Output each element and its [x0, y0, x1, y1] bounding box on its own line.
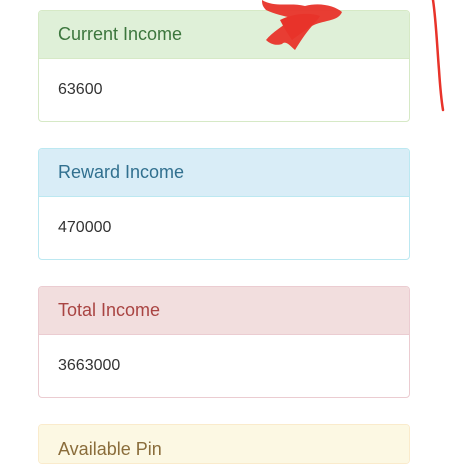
total-income-value: 3663000	[58, 357, 121, 374]
available-pin-panel: Available Pin	[38, 424, 410, 464]
available-pin-heading: Available Pin	[39, 425, 409, 463]
current-income-value: 63600	[58, 81, 103, 98]
reward-income-heading: Reward Income	[39, 149, 409, 197]
total-income-panel: Total Income 3663000	[38, 286, 410, 398]
reward-income-panel: Reward Income 470000	[38, 148, 410, 260]
current-income-heading: Current Income	[39, 11, 409, 59]
red-line-scribble	[431, 0, 445, 112]
current-income-panel: Current Income 63600	[38, 10, 410, 122]
reward-income-value: 470000	[58, 219, 112, 236]
total-income-heading: Total Income	[39, 287, 409, 335]
